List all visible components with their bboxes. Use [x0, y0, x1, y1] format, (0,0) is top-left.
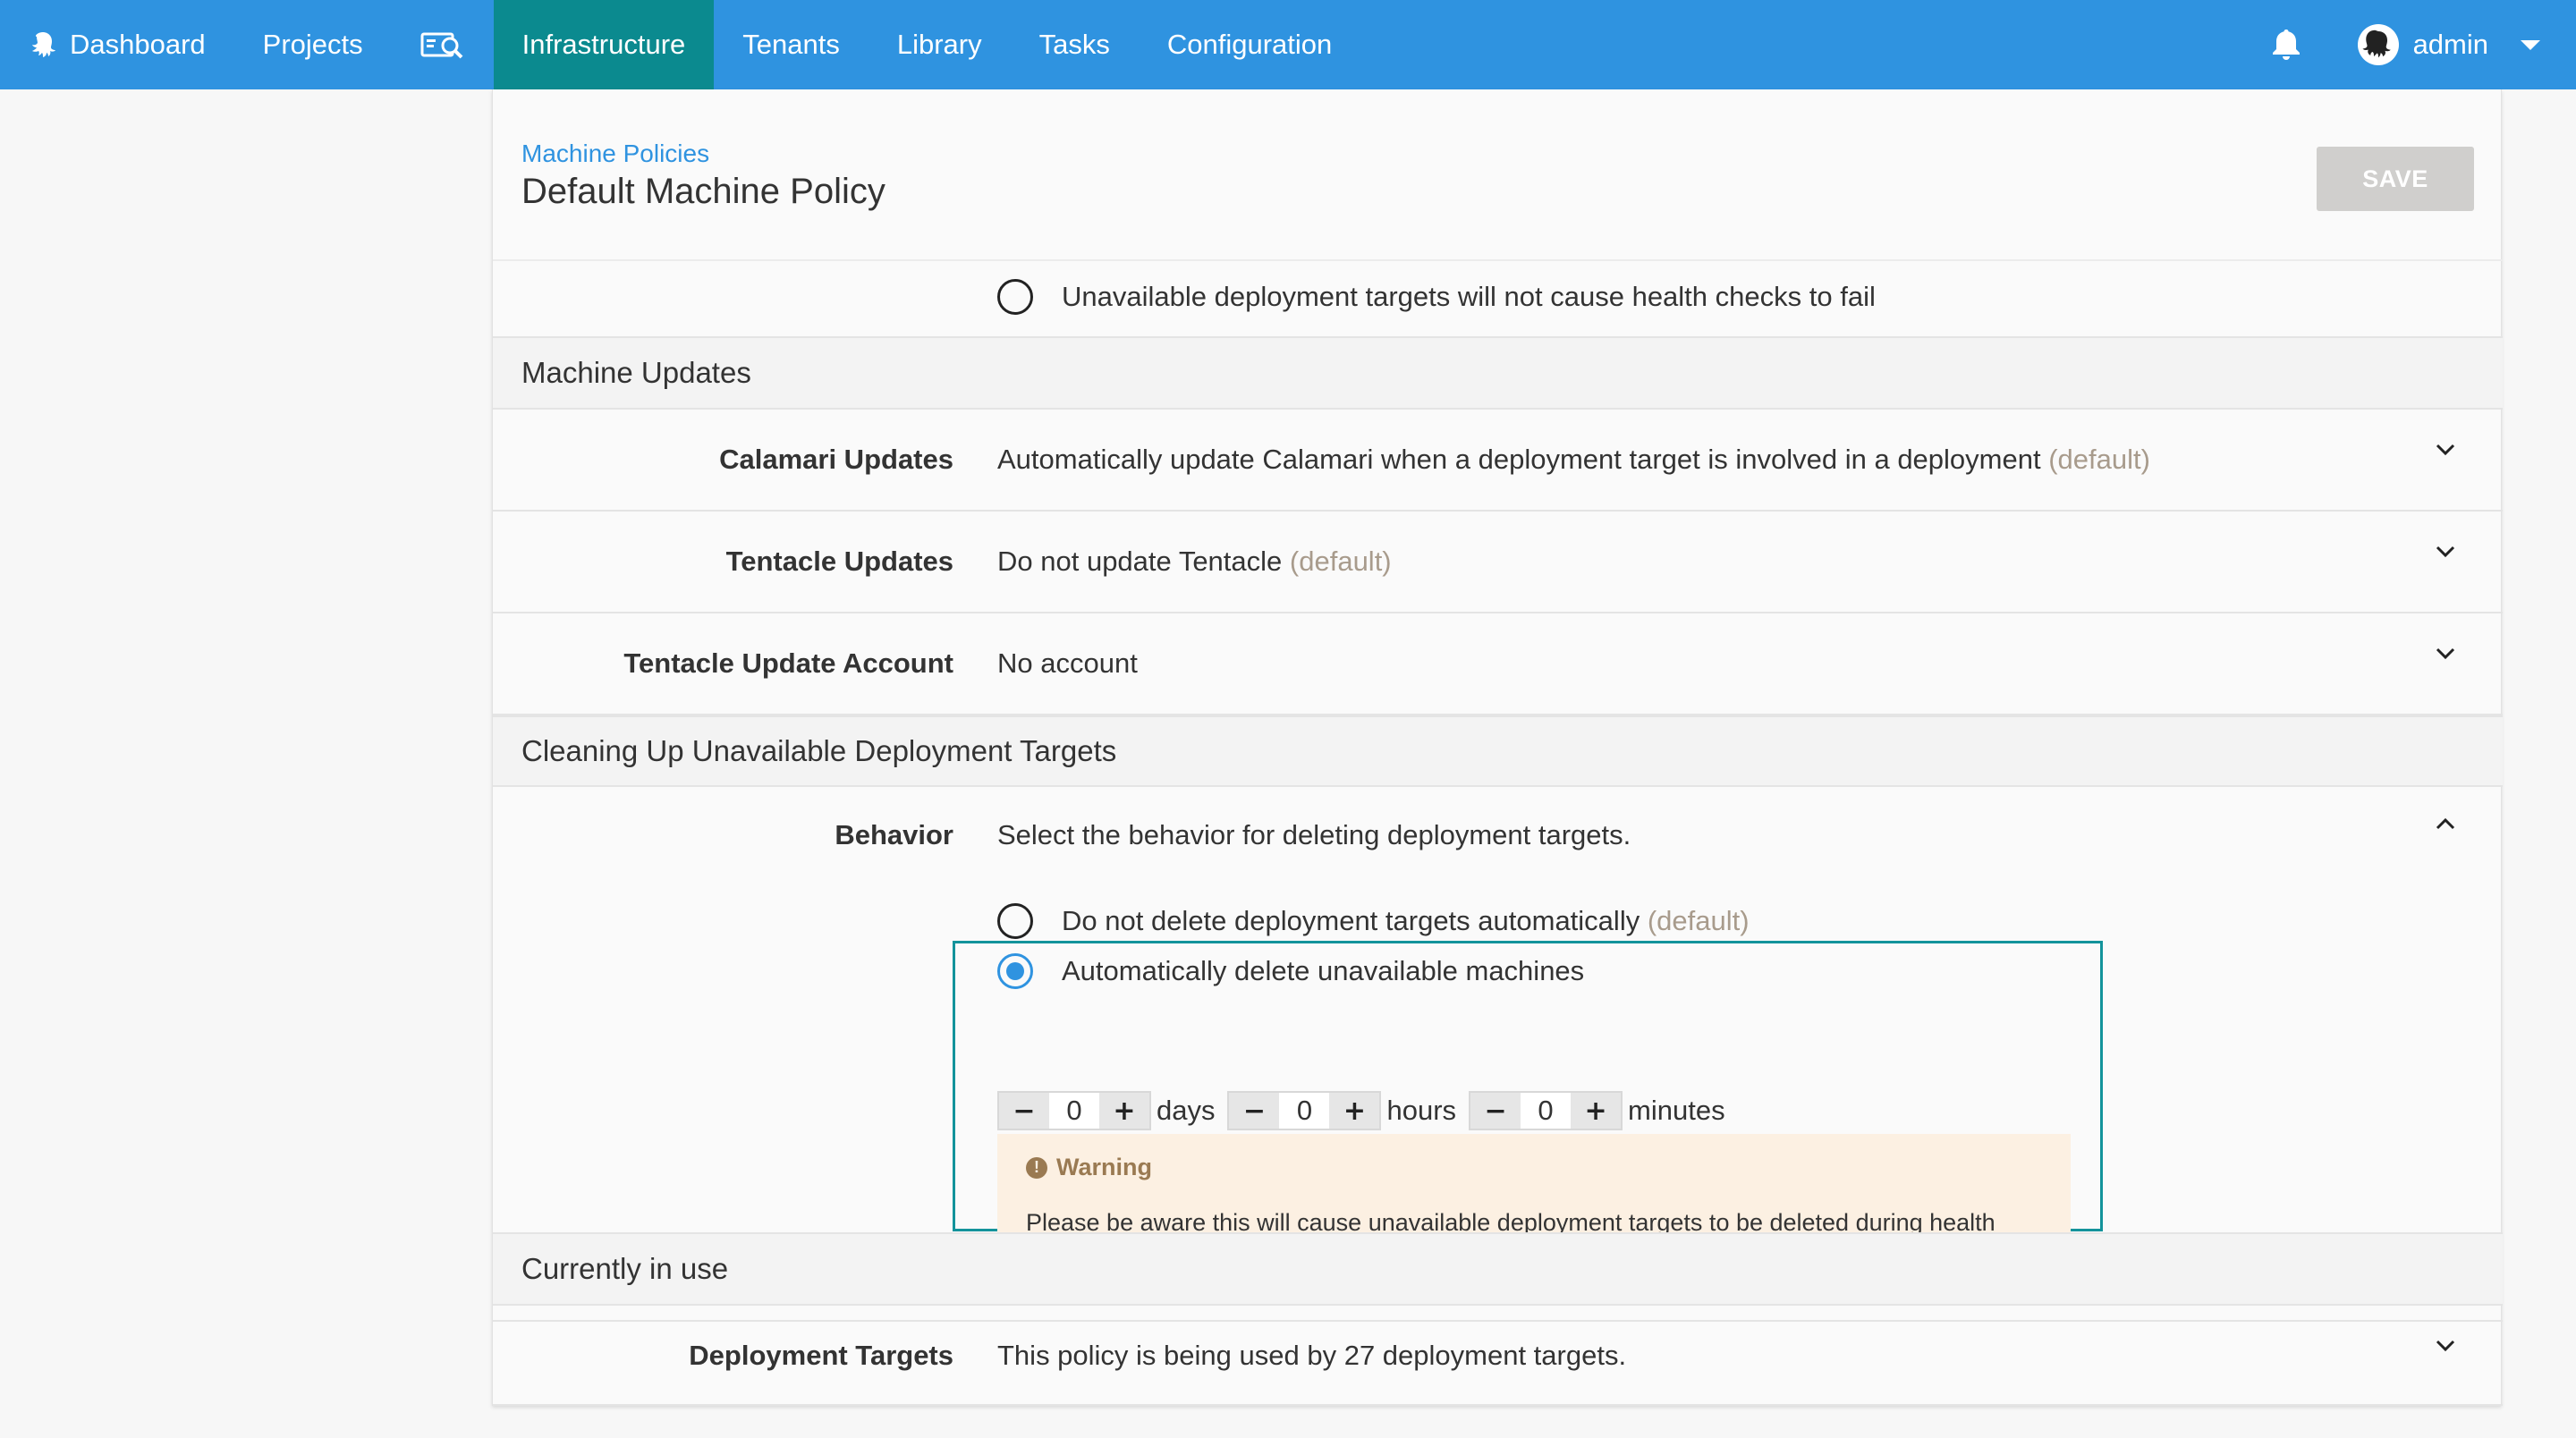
duration-steppers: − 0 + days − 0 + hours − 0 + minutes: [997, 1091, 1738, 1130]
days-unit: days: [1157, 1095, 1216, 1126]
tentacle-update-account-setting[interactable]: Tentacle Update Account No account: [493, 613, 2503, 715]
nav-dashboard[interactable]: Dashboard: [0, 0, 234, 89]
hours-increment-button[interactable]: +: [1329, 1093, 1380, 1129]
tentacle-updates-setting[interactable]: Tentacle Updates Do not update Tentacle …: [493, 512, 2503, 613]
save-button[interactable]: SAVE: [2317, 147, 2474, 211]
nav-projects-label: Projects: [262, 29, 363, 60]
days-value[interactable]: 0: [1049, 1095, 1099, 1127]
deployment-targets-value: This policy is being used by 27 deployme…: [997, 1340, 1627, 1371]
breadcrumb[interactable]: Machine Policies: [521, 140, 709, 168]
user-name: admin: [2412, 29, 2488, 60]
minutes-stepper: − 0 +: [1469, 1091, 1623, 1130]
nav-infrastructure-label: Infrastructure: [521, 29, 686, 60]
bell-icon[interactable]: [2268, 27, 2304, 63]
tentacle-updates-label: Tentacle Updates: [725, 546, 953, 577]
machine-updates-heading: Machine Updates: [493, 336, 2503, 410]
nav-infrastructure[interactable]: Infrastructure: [493, 0, 715, 89]
calamari-updates-setting[interactable]: Calamari Updates Automatically update Ca…: [493, 410, 2503, 512]
deployment-targets-setting[interactable]: Deployment Targets This policy is being …: [493, 1306, 2503, 1406]
nav-tasks[interactable]: Tasks: [1011, 0, 1139, 89]
default-tag: (default): [2048, 444, 2150, 475]
usage-title: Currently in use: [521, 1252, 729, 1285]
calamari-updates-value: Automatically update Calamari when a dep…: [997, 444, 2150, 476]
default-tag: (default): [1289, 546, 1392, 577]
page-title: Default Machine Policy: [521, 172, 886, 211]
days-stepper: − 0 +: [997, 1091, 1151, 1130]
machine-updates-title: Machine Updates: [521, 356, 751, 389]
tentacle-update-account-value: No account: [997, 647, 1138, 679]
chevron-down-icon[interactable]: [2433, 436, 2458, 461]
hours-decrement-button[interactable]: −: [1229, 1093, 1280, 1129]
days-increment-button[interactable]: +: [1099, 1093, 1149, 1129]
nav-library[interactable]: Library: [869, 0, 1011, 89]
policy-panel: Machine Policies Default Machine Policy …: [492, 89, 2503, 1406]
search-id-card-icon: [420, 30, 465, 59]
hours-stepper: − 0 +: [1227, 1091, 1382, 1130]
tentacle-updates-value: Do not update Tentacle (default): [997, 546, 1392, 578]
cleanup-heading: Cleaning Up Unavailable Deployment Targe…: [493, 715, 2503, 787]
default-tag: (default): [1647, 905, 1750, 936]
nav-projects[interactable]: Projects: [234, 0, 392, 89]
nav-dashboard-label: Dashboard: [70, 29, 206, 60]
nav-configuration-label: Configuration: [1166, 29, 1333, 60]
unavailable-targets-radio[interactable]: [997, 279, 1033, 315]
nav-tenants-label: Tenants: [742, 29, 840, 60]
auto-delete-label: Automatically delete unavailable machine…: [1062, 955, 1585, 986]
chevron-down-icon[interactable]: [2433, 640, 2458, 665]
usage-heading: Currently in use: [493, 1232, 2503, 1306]
page-header: Machine Policies Default Machine Policy …: [493, 89, 2503, 261]
deployment-targets-label: Deployment Targets: [689, 1340, 953, 1371]
hours-unit: hours: [1386, 1095, 1457, 1126]
calamari-updates-label: Calamari Updates: [719, 444, 953, 475]
hours-value[interactable]: 0: [1279, 1095, 1329, 1127]
calamari-updates-text: Automatically update Calamari when a dep…: [997, 444, 2041, 475]
health-check-row: Unavailable deployment targets will not …: [493, 261, 2503, 336]
minutes-value[interactable]: 0: [1521, 1095, 1571, 1127]
chevron-down-icon[interactable]: [2433, 538, 2458, 563]
warning-heading: ! Warning: [1026, 1154, 2042, 1181]
no-delete-radio[interactable]: [997, 903, 1033, 939]
nav-tasks-label: Tasks: [1038, 29, 1110, 60]
top-nav: Dashboard Projects Infrastructure Tenant…: [0, 0, 2576, 89]
chevron-down-icon[interactable]: [2521, 39, 2540, 50]
unavailable-targets-option[interactable]: Unavailable deployment targets will not …: [997, 279, 1876, 315]
cleanup-title: Cleaning Up Unavailable Deployment Targe…: [521, 734, 1117, 767]
nav-library-label: Library: [896, 29, 982, 60]
behavior-label: Behavior: [835, 819, 953, 850]
unavailable-targets-label: Unavailable deployment targets will not …: [1062, 281, 1876, 312]
nav-right: admin: [2268, 0, 2576, 89]
nav-configuration[interactable]: Configuration: [1139, 0, 1360, 89]
chevron-down-icon[interactable]: [2433, 1332, 2458, 1358]
tentacle-update-account-label: Tentacle Update Account: [623, 647, 953, 679]
minutes-decrement-button[interactable]: −: [1470, 1093, 1521, 1129]
no-delete-option[interactable]: Do not delete deployment targets automat…: [997, 903, 1750, 939]
minutes-increment-button[interactable]: +: [1571, 1093, 1622, 1129]
auto-delete-radio[interactable]: [997, 953, 1033, 989]
no-delete-label: Do not delete deployment targets automat…: [1062, 905, 1640, 936]
tentacle-updates-text: Do not update Tentacle: [997, 546, 1283, 577]
auto-delete-option[interactable]: Automatically delete unavailable machine…: [997, 953, 1584, 989]
avatar: [2357, 24, 2399, 65]
chevron-up-icon[interactable]: [2433, 812, 2458, 837]
user-menu[interactable]: admin: [2357, 24, 2576, 65]
nav-tenants[interactable]: Tenants: [714, 0, 869, 89]
warning-title: Warning: [1056, 1154, 1152, 1180]
nav-search[interactable]: [392, 0, 494, 89]
behavior-description: Select the behavior for deleting deploym…: [997, 819, 1631, 850]
minutes-unit: minutes: [1628, 1095, 1725, 1126]
days-decrement-button[interactable]: −: [999, 1093, 1049, 1129]
warning-icon: !: [1026, 1156, 1047, 1179]
octopus-logo-icon: [29, 30, 57, 59]
